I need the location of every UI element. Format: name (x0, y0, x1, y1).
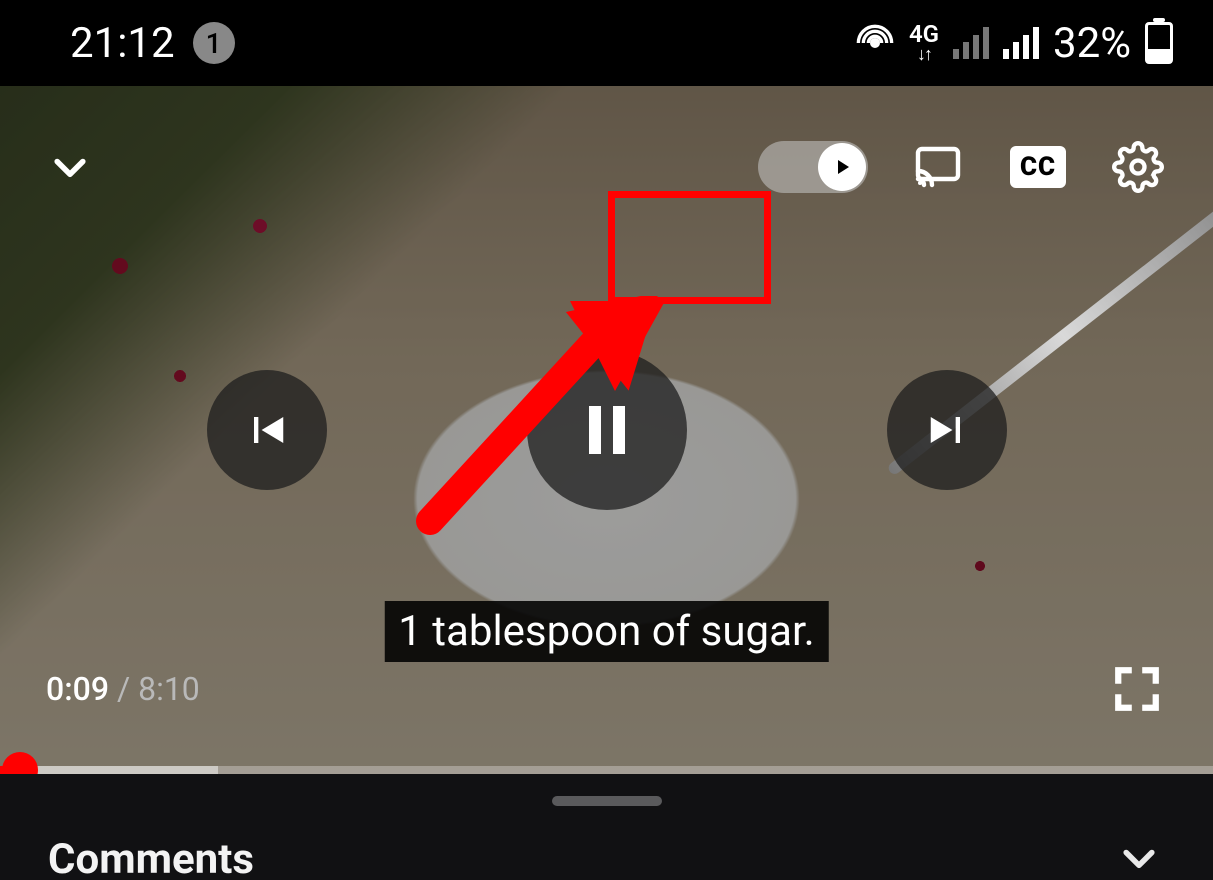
time-display: 0:09 / 8:10 (46, 670, 200, 708)
clock-time: 21:12 (70, 19, 175, 68)
minimize-player-button[interactable] (45, 142, 95, 192)
notification-count-badge: 1 (193, 22, 235, 64)
hotspot-icon (855, 23, 895, 63)
caption-text: 1 tablespoon of sugar. (384, 601, 828, 662)
play-icon (830, 155, 854, 179)
signal-bars-sim2-icon (1003, 27, 1039, 59)
battery-icon (1145, 22, 1173, 64)
battery-percent: 32% (1053, 19, 1131, 68)
settings-button[interactable] (1108, 142, 1168, 192)
status-bar: 21:12 1 4G ↓↑ 32% (0, 0, 1213, 86)
network-type-label: 4G (909, 22, 939, 46)
comments-header[interactable]: Comments (48, 835, 1161, 880)
player-top-controls: CC (0, 141, 1213, 193)
progress-played (0, 766, 22, 774)
autoplay-toggle[interactable] (758, 141, 868, 193)
comments-heading: Comments (48, 835, 254, 880)
network-type-icon: 4G ↓↑ (909, 22, 939, 64)
fullscreen-button[interactable] (1107, 664, 1167, 714)
cc-icon: CC (1010, 146, 1066, 188)
center-playback-controls (207, 350, 1007, 510)
current-time: 0:09 (46, 670, 109, 708)
captions-button[interactable]: CC (1008, 142, 1068, 192)
total-duration: 8:10 (138, 670, 200, 708)
drag-handle[interactable] (552, 796, 662, 806)
below-video-panel: Comments (0, 774, 1213, 880)
video-player[interactable]: CC 1 tablespoon of sugar. 0:09 / 8:10 (0, 86, 1213, 774)
previous-button[interactable] (207, 370, 327, 490)
signal-bars-sim1-icon (953, 27, 989, 59)
cast-button[interactable] (908, 142, 968, 192)
progress-bar[interactable] (0, 766, 1213, 774)
pause-button[interactable] (527, 350, 687, 510)
player-bottom-controls: 0:09 / 8:10 (0, 664, 1213, 714)
next-button[interactable] (887, 370, 1007, 490)
chevron-down-icon (1117, 836, 1161, 880)
status-right: 4G ↓↑ 32% (855, 19, 1173, 68)
status-left: 21:12 1 (70, 19, 235, 68)
autoplay-toggle-knob (818, 143, 866, 191)
